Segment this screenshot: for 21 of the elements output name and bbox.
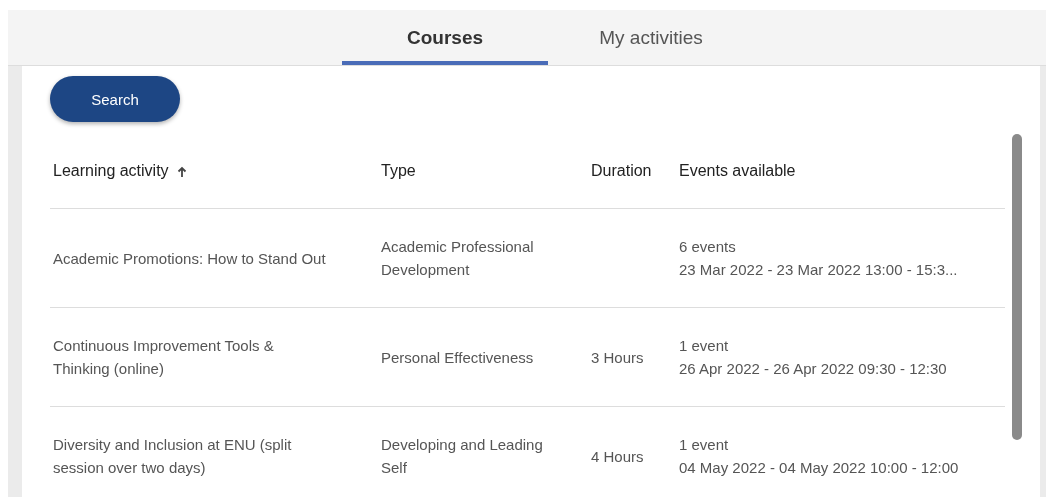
search-button[interactable]: Search <box>50 76 180 122</box>
table-cell-text: Academic Professional Development <box>380 237 535 280</box>
column-header[interactable]: Learning activity <box>53 162 169 180</box>
event-count: 6 events <box>679 237 736 257</box>
event-count: 1 event <box>679 336 729 356</box>
table-cell-text: Personal Effectiveness <box>380 347 535 368</box>
event-dates: 04 May 2022 - 04 May 2022 10:00 - 12:00 <box>679 458 959 478</box>
event-dates: 23 Mar 2022 - 23 Mar 2022 13:00 - 15:3... <box>679 260 958 280</box>
column-header[interactable]: Events available <box>679 162 796 180</box>
table-cell-text: 3 Hours <box>590 347 645 368</box>
table-cell-text: Diversity and Inclusion at ENU (split session over two days) <box>52 435 293 478</box>
event-dates: 26 Apr 2022 - 26 Apr 2022 09:30 - 12:30 <box>679 359 947 379</box>
column-header[interactable]: Type <box>381 162 416 180</box>
table-cell-text: Continuous Improvement Tools & Thinking (online) <box>52 336 275 379</box>
table-cell-text: Academic Promotions: How to Stand Out <box>52 248 327 269</box>
column-header[interactable]: Duration <box>591 162 652 180</box>
table-cell-text: 4 Hours <box>590 446 645 467</box>
tab[interactable]: My activities <box>548 10 754 65</box>
scrollbar[interactable] <box>1012 134 1022 440</box>
event-count: 1 event <box>679 435 729 455</box>
table-cell-text: Developing and Leading Self <box>380 435 544 478</box>
